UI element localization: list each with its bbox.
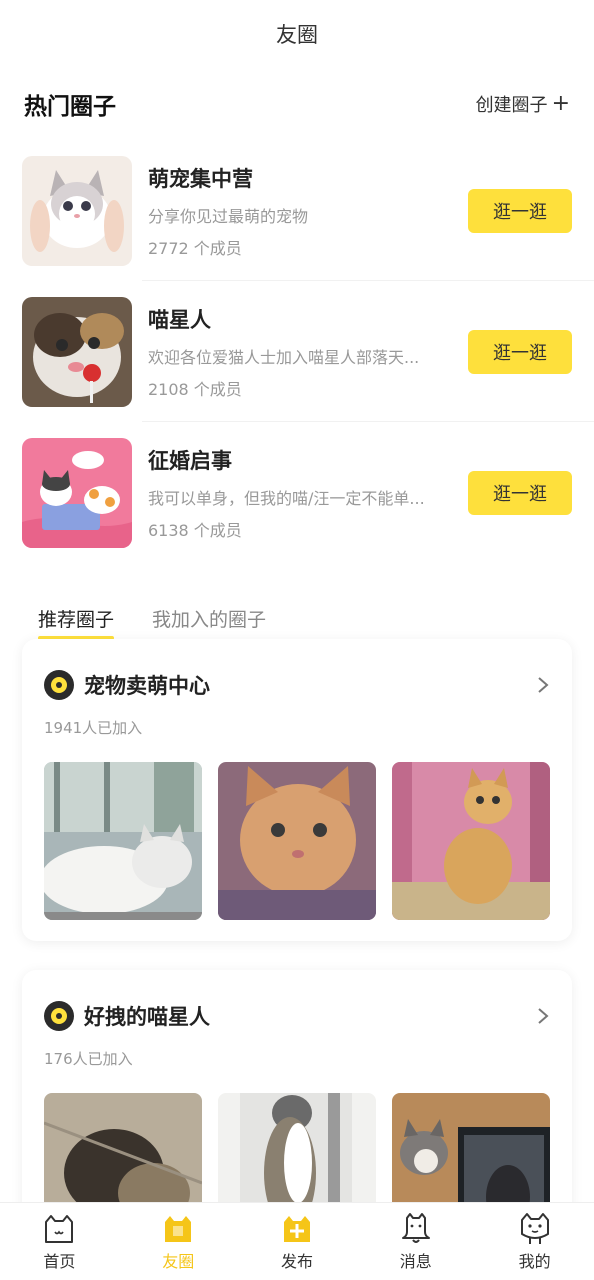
circle-description: 分享你见过最萌的宠物 [148, 206, 309, 226]
tab-recommended[interactable]: 推荐圈子 [38, 593, 115, 640]
nav-publish[interactable]: 发布 [238, 1203, 357, 1280]
hot-circle-item[interactable]: 征婚启事 我可以单身，但我的喵/汪一定不能单... 6138 个成员 逛一逛 [22, 422, 594, 563]
cat-home-icon [45, 1214, 74, 1243]
nav-label: 首页 [43, 1251, 76, 1271]
cat-lollipop-photo [22, 296, 132, 407]
profile-cat-icon [520, 1212, 549, 1244]
friends-circle-icon [165, 1215, 192, 1242]
circle-name: 喵星人 [148, 307, 211, 332]
circle-member-count: 6138 个成员 [148, 520, 242, 540]
nav-home[interactable]: 首页 [0, 1203, 119, 1280]
create-circle-label: 创建圈子 [475, 95, 548, 116]
circle-description: 我可以单身，但我的喵/汪一定不能单... [148, 488, 425, 508]
hot-circles-header: 热门圈子 创建圈子 + [0, 68, 594, 140]
chevron-right-icon[interactable] [536, 675, 550, 695]
chevron-right-icon[interactable] [536, 1006, 550, 1026]
hot-circle-item[interactable]: 喵星人 欢迎各位爱猫人士加入喵星人部落天... 2108 个成员 逛一逛 [22, 281, 594, 422]
joined-count: 176人已加入 [44, 1050, 133, 1068]
nav-label: 发布 [280, 1251, 313, 1271]
card-photos [44, 762, 550, 920]
circle-name: 征婚启事 [148, 448, 232, 473]
white-cat-photo [44, 762, 202, 920]
nav-label: 我的 [518, 1251, 551, 1271]
joined-count: 1941人已加入 [44, 719, 143, 737]
orange-kitten-photo [218, 762, 376, 920]
browse-button[interactable]: 逛一逛 [468, 470, 572, 515]
card-title: 好拽的喵星人 [84, 1005, 210, 1029]
card-title: 宠物卖萌中心 [84, 674, 210, 698]
ginger-cat-photo [392, 762, 550, 920]
nav-label: 消息 [399, 1251, 432, 1271]
circle-disc-icon [44, 1001, 74, 1031]
hot-circles-list: 萌宠集中营 分享你见过最萌的宠物 2772 个成员 逛一逛 喵星人 欢迎各位爱猫… [0, 140, 594, 563]
nav-label: 友圈 [162, 1251, 195, 1271]
recommended-circle-card: 宠物卖萌中心 1941人已加入 [0, 639, 594, 941]
cartoon-cats-illustration [22, 437, 132, 548]
circle-thumbnail [22, 296, 132, 407]
card-photo[interactable] [218, 762, 376, 920]
circle-thumbnail [22, 437, 132, 548]
circle-member-count: 2108 个成员 [148, 379, 242, 399]
bottom-navigation: 首页 友圈 发布 消息 我的 [0, 1202, 594, 1280]
nav-profile[interactable]: 我的 [475, 1203, 594, 1280]
circle-member-count: 2772 个成员 [148, 238, 242, 258]
browse-button[interactable]: 逛一逛 [468, 188, 572, 233]
circle-description: 欢迎各位爱猫人士加入喵星人部落天... [148, 347, 420, 367]
hot-circle-item[interactable]: 萌宠集中营 分享你见过最萌的宠物 2772 个成员 逛一逛 [22, 140, 594, 281]
browse-button[interactable]: 逛一逛 [468, 329, 572, 374]
kitten-photo [22, 155, 132, 266]
circle-thumbnail [22, 155, 132, 266]
nav-messages[interactable]: 消息 [356, 1203, 475, 1280]
nav-friends-circle[interactable]: 友圈 [119, 1203, 238, 1280]
message-bell-icon [401, 1212, 430, 1243]
circle-disc-icon [44, 670, 74, 700]
create-circle-button[interactable]: 创建圈子 + [476, 91, 570, 117]
tab-joined[interactable]: 我加入的圈子 [152, 593, 266, 632]
card-photo[interactable] [392, 762, 550, 920]
top-bar: 友圈 [0, 0, 594, 68]
circle-name: 萌宠集中营 [148, 166, 253, 191]
hot-circles-heading: 热门圈子 [24, 94, 116, 120]
card-photo[interactable] [44, 762, 202, 920]
page-title: 友圈 [276, 23, 318, 47]
plus-icon: + [551, 91, 570, 116]
publish-plus-icon [283, 1215, 310, 1242]
card-body[interactable]: 宠物卖萌中心 1941人已加入 [22, 639, 572, 941]
